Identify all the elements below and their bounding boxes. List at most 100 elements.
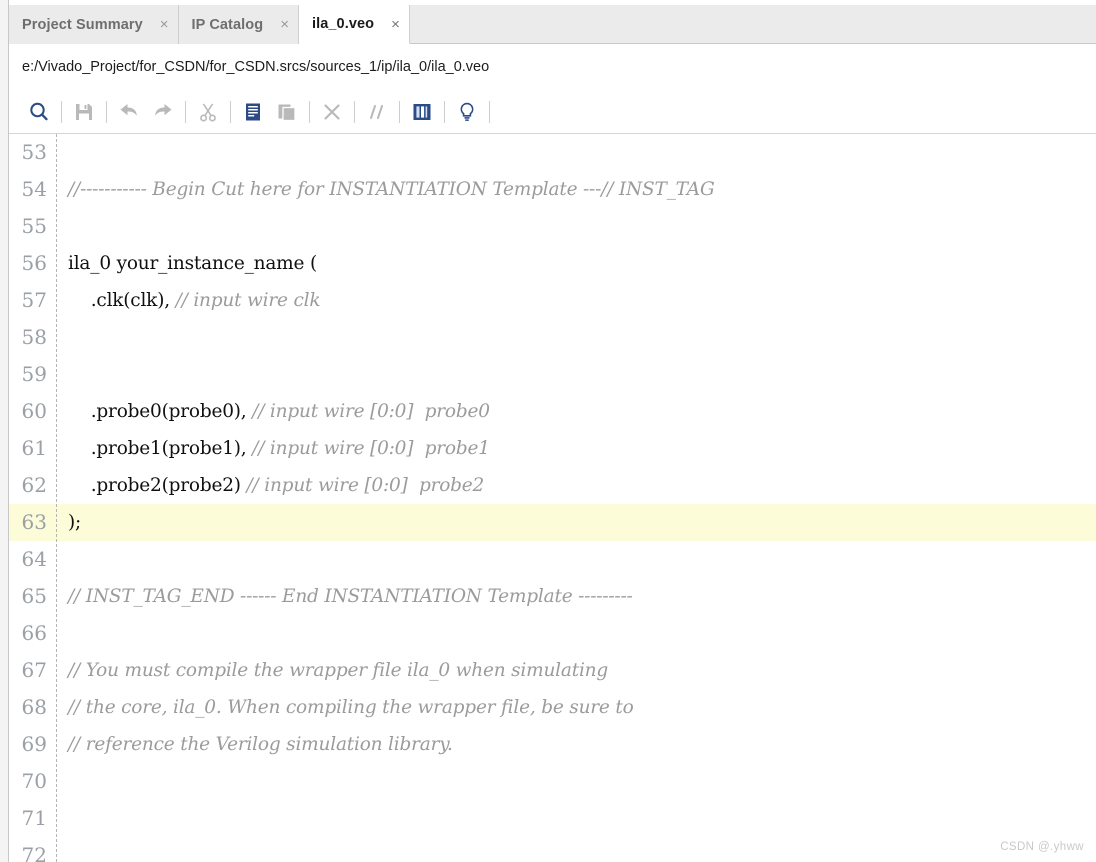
code-line-text[interactable]: .probe0(probe0), // input wire [0:0] pro… <box>56 393 1096 430</box>
comment-token: // input wire [0:0] probe2 <box>246 475 485 496</box>
comment-token: // input wire [0:0] probe1 <box>252 438 490 459</box>
code-editor[interactable]: 53 54 //----------- Begin Cut here for INS… <box>9 134 1096 862</box>
search-icon <box>28 101 50 123</box>
file-path-text: e:/Vivado_Project/for_CSDN/for_CSDN.srcs… <box>22 59 490 75</box>
line-number: 64 <box>21 547 47 571</box>
save-icon <box>74 102 94 122</box>
copy-icon <box>244 102 262 122</box>
code-line[interactable]: 71 <box>9 800 1096 837</box>
code-line[interactable]: 69 // reference the Verilog simulation li… <box>9 726 1096 763</box>
code-line[interactable]: 61 .probe1(probe1), // input wire [0:0] … <box>9 430 1096 467</box>
line-number: 72 <box>21 843 47 862</box>
lightbulb-icon <box>458 102 476 122</box>
code-token: .probe2(probe2) <box>68 475 247 496</box>
code-line[interactable]: 60 .probe0(probe0), // input wire [0:0] … <box>9 393 1096 430</box>
comment-token: // reference the Verilog simulation libr… <box>68 734 453 755</box>
window-left-edge <box>0 0 9 862</box>
line-number: 63 <box>21 510 47 534</box>
toolbar-separator <box>354 100 355 123</box>
code-line[interactable]: 66 <box>9 615 1096 652</box>
editor-tab-1[interactable]: Project Summary × <box>9 5 179 44</box>
toolbar-separator <box>106 100 107 123</box>
code-line[interactable]: 64 <box>9 541 1096 578</box>
editor-tab-3[interactable]: ila_0.veo × <box>298 5 410 44</box>
toolbar-separator <box>309 100 310 123</box>
comment-token: // input wire [0:0] probe0 <box>252 401 490 422</box>
paste-button <box>270 95 304 129</box>
delete-button <box>315 95 349 129</box>
code-token: .probe0(probe0), <box>68 401 253 422</box>
code-line[interactable]: 62 .probe2(probe2) // input wire [0:0] p… <box>9 467 1096 504</box>
code-line[interactable]: 59 <box>9 356 1096 393</box>
line-number: 57 <box>21 288 47 312</box>
comment-token: //----------- Begin Cut here for INSTANT… <box>68 179 715 200</box>
code-token: ila_0 your_instance_name ( <box>68 253 317 274</box>
line-number: 54 <box>21 177 47 201</box>
toolbar-separator <box>230 100 231 123</box>
code-line-text[interactable]: //----------- Begin Cut here for INSTANT… <box>56 171 1096 208</box>
code-line[interactable]: 63); <box>9 504 1096 541</box>
code-line-text[interactable]: // INST_TAG_END ------ End INSTANTIATION… <box>56 578 1096 615</box>
toolbar-separator <box>399 100 400 123</box>
code-line[interactable]: 56 ila_0 your_instance_name ( <box>9 245 1096 282</box>
delete-icon <box>322 102 342 122</box>
code-line-text[interactable]: ); <box>56 504 1096 541</box>
columns-button[interactable] <box>405 95 439 129</box>
code-line[interactable]: 65 // INST_TAG_END ------ End INSTANTIATI… <box>9 578 1096 615</box>
editor-tab-label: ila_0.veo <box>311 16 375 32</box>
search-button[interactable] <box>22 95 56 129</box>
code-line[interactable]: 57 .clk(clk), // input wire clk <box>9 282 1096 319</box>
copy-button[interactable] <box>236 95 270 129</box>
line-number: 59 <box>21 362 47 386</box>
line-number: 53 <box>21 140 47 164</box>
code-line[interactable]: 70 <box>9 763 1096 800</box>
line-number: 61 <box>21 436 47 460</box>
line-number: 65 <box>21 584 47 608</box>
line-number: 67 <box>21 658 47 682</box>
close-icon[interactable]: × <box>280 17 289 32</box>
code-line[interactable]: 55 <box>9 208 1096 245</box>
columns-icon <box>412 103 432 121</box>
toolbar-separator <box>489 100 490 123</box>
cut-icon <box>198 102 218 122</box>
code-token: .probe1(probe1), <box>68 438 253 459</box>
editor-tab-bar: Project Summary × IP Catalog × ila_0.veo × <box>9 5 1096 44</box>
code-line[interactable]: 53 <box>9 134 1096 171</box>
code-line-text[interactable]: // reference the Verilog simulation libr… <box>56 726 1096 763</box>
vivado-text-editor-window: Project Summary × IP Catalog × ila_0.veo × e:… <box>0 0 1096 862</box>
line-number: 58 <box>21 325 47 349</box>
code-line-text[interactable]: ila_0 your_instance_name ( <box>56 245 1096 282</box>
line-number: 71 <box>21 806 47 830</box>
lightbulb-button[interactable] <box>450 95 484 129</box>
line-number: 68 <box>21 695 47 719</box>
line-number: 66 <box>21 621 47 645</box>
save-button <box>67 95 101 129</box>
comment-token: // input wire clk <box>175 290 321 311</box>
code-line[interactable]: 68 // the core, ila_0. When compiling the… <box>9 689 1096 726</box>
code-line-text[interactable]: .probe1(probe1), // input wire [0:0] pro… <box>56 430 1096 467</box>
undo-icon <box>118 102 140 122</box>
line-number: 62 <box>21 473 47 497</box>
close-icon[interactable]: × <box>391 17 400 32</box>
undo-button <box>112 95 146 129</box>
toolbar-separator <box>444 100 445 123</box>
code-line[interactable]: 72 <box>9 837 1096 862</box>
code-line-text[interactable]: .probe2(probe2) // input wire [0:0] prob… <box>56 467 1096 504</box>
code-line-text[interactable]: // You must compile the wrapper file ila… <box>56 652 1096 689</box>
comment-token: // the core, ila_0. When compiling the w… <box>68 697 634 718</box>
watermark: CSDN @.yhww <box>1000 841 1084 853</box>
close-icon[interactable]: × <box>160 17 169 32</box>
redo-icon <box>152 102 174 122</box>
code-line[interactable]: 58 <box>9 319 1096 356</box>
code-line-text[interactable]: .clk(clk), // input wire clk <box>56 282 1096 319</box>
code-token: ); <box>68 512 82 533</box>
line-number: 69 <box>21 732 47 756</box>
code-line-text[interactable]: // the core, ila_0. When compiling the w… <box>56 689 1096 726</box>
code-line[interactable]: 54 //----------- Begin Cut here for INSTA… <box>9 171 1096 208</box>
toggle-comment-button <box>360 95 394 129</box>
editor-tab-2[interactable]: IP Catalog × <box>178 5 299 44</box>
toggle-comment-icon <box>367 102 387 122</box>
code-line[interactable]: 67 // You must compile the wrapper file i… <box>9 652 1096 689</box>
editor-tab-label: IP Catalog <box>191 16 264 33</box>
comment-token: // You must compile the wrapper file ila… <box>68 660 609 681</box>
